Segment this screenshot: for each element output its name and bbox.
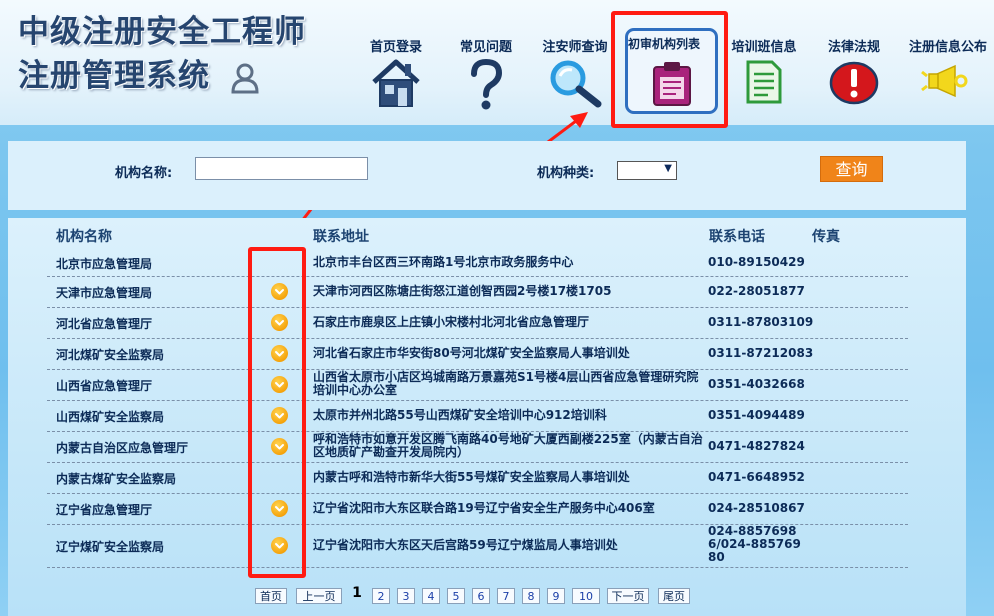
pagination: 首页 上一页 1 2 3 4 5 6 7 8 9 10 下一页 尾页 xyxy=(0,586,994,608)
institution-name: 山西煤矿安全监察局 xyxy=(56,410,165,424)
institution-phone: 0471-4827824 xyxy=(708,439,805,453)
highlight-box-badges xyxy=(248,247,306,578)
query-button[interactable]: 查询 xyxy=(820,156,883,182)
first-page-button[interactable]: 首页 xyxy=(255,588,287,604)
col-header-phone: 联系电话 xyxy=(709,229,765,245)
institution-name: 山西省应急管理厅 xyxy=(56,379,153,393)
institution-address: 山西省太原市小店区坞城南路万景嘉苑S1号楼4层山西省应急管理研究院培训中心办公室 xyxy=(313,370,699,397)
table-row: 内蒙古煤矿安全监察局 内蒙古呼和浩特市新华大街55号煤矿安全监察局人事培训处 047… xyxy=(47,463,908,494)
chevron-down-icon: ▼ xyxy=(664,163,672,174)
table-row: 内蒙古自治区应急管理厅 呼和浩特市如意开发区腾飞南路40号地矿大厦西副楼225室（… xyxy=(47,432,908,463)
institution-address: 太原市并州北路55号山西煤矿安全培训中心912培训科 xyxy=(313,408,607,422)
prev-page-button[interactable]: 上一页 xyxy=(296,588,342,604)
page-8-button[interactable]: 8 xyxy=(522,588,540,604)
institution-phone: 0471-6648952 xyxy=(708,470,805,484)
institution-phone: 024-88576986/024-88576980 xyxy=(708,524,801,564)
institution-address: 河北省石家庄市华安街80号河北煤矿安全监察局人事培训处 xyxy=(313,346,630,360)
page-5-button[interactable]: 5 xyxy=(447,588,465,604)
last-page-button[interactable]: 尾页 xyxy=(658,588,690,604)
institution-type-select[interactable]: ▼ xyxy=(617,161,677,180)
institution-address: 天津市河西区陈塘庄街怒江道创智西园2号楼17楼1705 xyxy=(313,284,612,298)
institution-type-label: 机构种类: xyxy=(537,166,595,181)
institution-name: 天津市应急管理局 xyxy=(56,286,153,300)
page-3-button[interactable]: 3 xyxy=(397,588,415,604)
institution-address: 呼和浩特市如意开发区腾飞南路40号地矿大厦西副楼225室（内蒙古自治区地质矿产勘… xyxy=(313,432,703,459)
table-row: 河北省应急管理厅 石家庄市鹿泉区上庄镇小宋楼村北河北省应急管理厅 0311-8780… xyxy=(47,308,908,339)
institution-name: 河北省应急管理厅 xyxy=(56,317,153,331)
institution-name: 北京市应急管理局 xyxy=(56,257,153,271)
col-header-address: 联系地址 xyxy=(313,229,369,245)
page-6-button[interactable]: 6 xyxy=(472,588,490,604)
institution-name-label: 机构名称: xyxy=(115,166,173,181)
table-row: 辽宁省应急管理厅 辽宁省沈阳市大东区联合路19号辽宁省安全生产服务中心406室 02… xyxy=(47,494,908,525)
col-header-fax: 传真 xyxy=(812,229,840,245)
table-row: 北京市应急管理局 北京市丰台区西三环南路1号北京市政务服务中心 010-891504… xyxy=(47,250,908,277)
institution-name: 辽宁省应急管理厅 xyxy=(56,503,153,517)
page-2-button[interactable]: 2 xyxy=(372,588,390,604)
institution-phone: 024-28510867 xyxy=(708,501,805,515)
institution-phone: 0351-4032668 xyxy=(708,377,805,391)
institution-phone: 0351-4094489 xyxy=(708,408,805,422)
table-row: 山西省应急管理厅 山西省太原市小店区坞城南路万景嘉苑S1号楼4层山西省应急管理研究… xyxy=(47,370,908,401)
table-row: 河北煤矿安全监察局 河北省石家庄市华安街80号河北煤矿安全监察局人事培训处 0311… xyxy=(47,339,908,370)
current-page: 1 xyxy=(352,585,362,601)
institution-phone: 010-89150429 xyxy=(708,255,805,269)
institution-phone: 022-28051877 xyxy=(708,284,805,298)
institution-address: 辽宁省沈阳市大东区天后宫路59号辽宁煤监局人事培训处 xyxy=(313,538,618,552)
search-panel: 机构名称: 机构种类: ▼ 查询 xyxy=(8,141,966,210)
table-row: 辽宁煤矿安全监察局 辽宁省沈阳市大东区天后宫路59号辽宁煤监局人事培训处 024-8… xyxy=(47,525,908,568)
institution-address: 辽宁省沈阳市大东区联合路19号辽宁省安全生产服务中心406室 xyxy=(313,501,655,515)
col-header-name: 机构名称 xyxy=(56,229,112,245)
table-row: 天津市应急管理局 天津市河西区陈塘庄街怒江道创智西园2号楼17楼1705 022-2… xyxy=(47,277,908,308)
institution-name: 内蒙古自治区应急管理厅 xyxy=(56,441,189,455)
page-9-button[interactable]: 9 xyxy=(547,588,565,604)
institution-address: 内蒙古呼和浩特市新华大街55号煤矿安全监察局人事培训处 xyxy=(313,470,630,484)
institution-phone: 0311-87212083 xyxy=(708,346,814,360)
institution-phone: 0311-87803109 xyxy=(708,315,814,329)
institution-address: 石家庄市鹿泉区上庄镇小宋楼村北河北省应急管理厅 xyxy=(313,315,590,329)
institution-address: 北京市丰台区西三环南路1号北京市政务服务中心 xyxy=(313,255,574,269)
page-4-button[interactable]: 4 xyxy=(422,588,440,604)
next-page-button[interactable]: 下一页 xyxy=(607,588,649,604)
table-row: 山西煤矿安全监察局 太原市并州北路55号山西煤矿安全培训中心912培训科 0351-… xyxy=(47,401,908,432)
institution-name-input[interactable] xyxy=(195,157,368,180)
institution-name: 河北煤矿安全监察局 xyxy=(56,348,165,362)
page-10-button[interactable]: 10 xyxy=(572,588,600,604)
institution-name: 辽宁煤矿安全监察局 xyxy=(56,540,165,554)
institution-name: 内蒙古煤矿安全监察局 xyxy=(56,472,177,486)
page-7-button[interactable]: 7 xyxy=(497,588,515,604)
